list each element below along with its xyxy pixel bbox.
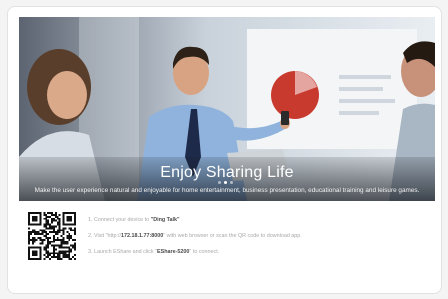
eshare-card: Enjoy Sharing Life Make the user experie… [7,6,442,294]
carousel-indicator[interactable] [218,181,233,184]
carousel-dot-active[interactable] [224,181,227,184]
connection-steps: 1. Connect your device to "Ding Talk" 2.… [88,217,428,265]
banner-headline: Enjoy Sharing Life [160,164,294,181]
step-download-app: 2. Visit "http://172.18.1.77:8000" with … [88,233,302,239]
step-launch-eshare: 3. Launch EShare and click "EShare-5200"… [88,249,220,255]
qr-code-icon[interactable] [28,209,76,263]
carousel-dot[interactable] [230,181,233,184]
step-connect-wifi: 1. Connect your device to "Ding Talk" [88,217,180,223]
server-address-link[interactable]: 172.18.1.77:8000 [121,233,163,239]
banner-subline: Make the user experience natural and enj… [34,187,420,194]
carousel-dot[interactable] [218,181,221,184]
hero-banner: Enjoy Sharing Life Make the user experie… [19,17,435,201]
